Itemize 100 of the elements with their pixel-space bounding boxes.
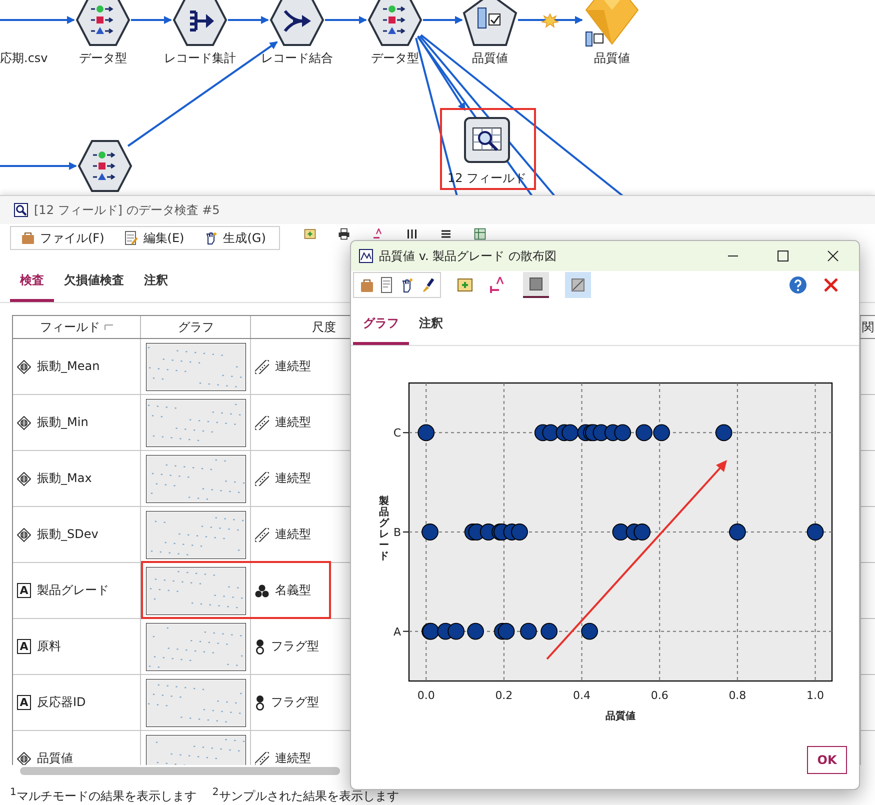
data-point (612, 524, 630, 540)
bag-icon[interactable] (360, 277, 374, 293)
three-circles-icon (255, 584, 269, 598)
menu-item[interactable]: 編集(E) (120, 230, 196, 246)
type-node[interactable] (77, 138, 133, 194)
data-point (520, 622, 537, 640)
node-label: レコード結合 (260, 50, 334, 67)
sort-icon[interactable] (372, 228, 384, 240)
data-point (636, 424, 652, 442)
data-point (614, 424, 632, 442)
data-point (498, 622, 515, 640)
data-point (542, 424, 560, 442)
field-name: 振動_Max (37, 470, 92, 487)
scrollbar-thumb[interactable] (20, 767, 340, 775)
type-glyph: A (17, 695, 31, 710)
hand-icon (204, 231, 218, 245)
column-header[interactable]: グラフ (141, 316, 251, 338)
bag-icon (21, 231, 35, 245)
measure-label: 連続型 (275, 750, 311, 765)
brush-icon[interactable] (420, 277, 434, 293)
list-icon[interactable] (440, 228, 452, 240)
type-node[interactable] (75, 0, 131, 48)
square-icon (529, 277, 543, 291)
node-label: レコード集計 (163, 50, 237, 67)
dual-circle-icon (255, 638, 265, 654)
measure-label: フラグ型 (271, 694, 319, 711)
footnote: $^{1}$マルチモードの結果を表示します (10, 787, 196, 805)
diamond-icon (17, 360, 31, 374)
merge-node[interactable] (269, 0, 325, 48)
tick-label: 0.2 (495, 689, 513, 702)
type-node[interactable] (367, 0, 423, 48)
tab[interactable]: 注釈 (409, 305, 453, 345)
tick-label: 0.6 (650, 689, 668, 702)
sort-indicator-icon (104, 323, 114, 331)
node-label: データ型 (370, 50, 420, 67)
type-glyph: A (17, 639, 31, 654)
tab[interactable]: グラフ (353, 305, 409, 345)
spark-icon (540, 13, 560, 28)
measure-label: 連続型 (275, 470, 311, 487)
menu-item[interactable]: 生成(G) (200, 230, 278, 246)
tab[interactable]: 欠損値検査 (54, 262, 134, 302)
connector-arrow (518, 16, 583, 24)
help-icon[interactable] (789, 276, 807, 294)
field-name: 反応器ID (37, 694, 86, 711)
field-name: 品質値 (37, 750, 73, 765)
field-name: 製品グレード (37, 582, 109, 599)
table-add-icon[interactable] (457, 277, 473, 293)
field-name: 振動_Mean (37, 358, 100, 375)
dual-circle-icon (255, 694, 265, 710)
data-point (467, 622, 484, 640)
audit-icon (14, 203, 28, 217)
grid-icon[interactable] (474, 228, 486, 240)
data-point (634, 524, 651, 540)
tab[interactable]: 注釈 (134, 262, 178, 302)
node-label: データ型 (78, 50, 128, 67)
data-point (540, 622, 558, 640)
ok-button[interactable]: OK (807, 746, 847, 774)
diagonal-tool-button[interactable] (565, 272, 591, 298)
document-icon[interactable] (380, 277, 394, 293)
node-label: 応期.csv (0, 50, 48, 67)
data-point (422, 622, 440, 640)
data-point (653, 424, 670, 442)
aggregate-node[interactable] (172, 0, 228, 48)
data-point (729, 524, 746, 540)
menu-item[interactable]: ファイル(F) (17, 230, 116, 246)
data-point (562, 424, 579, 442)
window-title: 品質値 v. 製品グレード の散布図 (379, 248, 556, 264)
column-header[interactable]: フィールド (13, 316, 141, 338)
tick-label: 0.0 (417, 689, 435, 702)
table-add-icon[interactable] (304, 228, 316, 240)
tab[interactable]: 検査 (10, 262, 54, 302)
node-label: 品質値 (593, 50, 631, 67)
field-name: 原料 (37, 638, 61, 655)
data-point (448, 622, 465, 640)
data-point (715, 424, 732, 442)
table-node[interactable] (462, 0, 518, 48)
maximize-icon[interactable] (777, 250, 789, 262)
tick-label: 1.0 (806, 689, 824, 702)
square-tool-button[interactable] (523, 272, 549, 298)
gem-node[interactable] (584, 0, 640, 48)
tick-label: 0.4 (573, 689, 591, 702)
column-header[interactable]: 関 (861, 316, 875, 338)
measure-label: フラグ型 (271, 638, 319, 655)
printer-icon[interactable] (338, 228, 350, 240)
data-point (422, 524, 438, 540)
data-point (511, 524, 528, 540)
close-icon[interactable] (827, 250, 839, 262)
connector-arrow (423, 16, 463, 24)
document-icon (124, 231, 138, 245)
field-name: 振動_SDev (37, 526, 98, 543)
tick-label: C (393, 426, 401, 440)
measure-label: 連続型 (275, 526, 311, 543)
connector-arrow (228, 16, 269, 24)
node-label: 品質値 (471, 50, 509, 67)
connector-arrow (131, 16, 172, 24)
hand-icon[interactable] (400, 277, 414, 293)
measure-label: 連続型 (275, 358, 311, 375)
data-point (418, 424, 435, 442)
data-point (581, 622, 598, 640)
columns-icon[interactable] (406, 228, 418, 240)
